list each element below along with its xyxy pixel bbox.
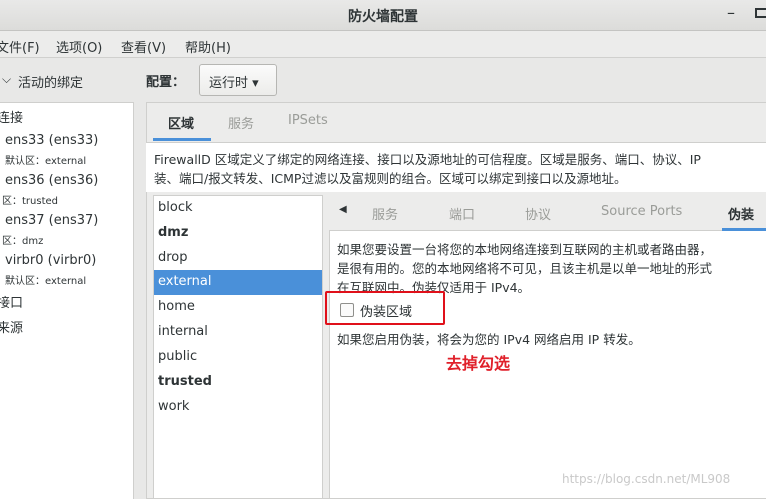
zone-list: block dmz drop external home internal pu… [153, 195, 323, 499]
zone-item-dmz[interactable]: dmz [154, 221, 322, 246]
watermark: https://blog.csdn.net/ML908 [562, 472, 731, 486]
annotation-text: 去掉勾选 [446, 354, 511, 373]
config-label: 配置： [146, 75, 186, 90]
zone-item-home[interactable]: home [154, 295, 322, 320]
active-bindings-header[interactable]: ⌵ 活动的绑定 [0, 58, 141, 102]
connection-ens36-name[interactable]: ens36 (ens36) [5, 173, 98, 188]
chevron-down-icon[interactable]: ⌵ [2, 72, 11, 87]
masquerade-description-2: 是很有用的。您的本地网络将不可见，且该主机是以单一地址的形式 [337, 261, 713, 276]
connection-ens33-zone: 默认区：external [5, 156, 87, 167]
active-bindings-label: 活动的绑定 [18, 76, 84, 91]
tab-zone-source-ports[interactable]: Source Ports [601, 204, 682, 219]
connection-ens37-zone: 区：dmz [2, 236, 44, 247]
annotation-highlight-box [325, 291, 445, 325]
connection-virbr0-zone: 默认区：external [5, 276, 87, 287]
top-tabs: 区域 服务 IPSets [153, 104, 766, 142]
zone-item-internal[interactable]: internal [154, 320, 322, 345]
masquerade-description-1: 如果您要设置一台将您的本地网络连接到互联网的主机或者路由器， [337, 242, 713, 257]
masquerade-note: 如果您启用伪装，将会为您的 IPv4 网络启用 IP 转发。 [337, 332, 641, 347]
menu-options[interactable]: 选项(O) [56, 37, 102, 56]
zone-item-trusted[interactable]: trusted [154, 370, 322, 395]
description-line-1: FirewallD 区域定义了绑定的网络连接、接口以及源地址的可信程度。区域是服… [154, 152, 701, 167]
connections-section-label: 连接 [0, 111, 24, 126]
menu-file[interactable]: 文件(F) [0, 37, 40, 56]
config-mode-value: 运行时 ▾ [209, 76, 259, 91]
menu-help[interactable]: 帮助(H) [185, 37, 231, 56]
interfaces-section-label[interactable]: 接口 [0, 292, 23, 311]
zone-item-public[interactable]: public [154, 345, 322, 370]
connection-virbr0-name[interactable]: virbr0 (virbr0) [5, 253, 96, 268]
connection-ens37-name[interactable]: ens37 (ens37) [5, 213, 98, 228]
tab-zone-ports[interactable]: 端口 [449, 204, 475, 223]
sources-section-label[interactable]: 来源 [0, 317, 23, 336]
maximize-button[interactable] [755, 8, 766, 18]
bindings-sidebar: 连接 ens33 (ens33) 默认区：external ens36 (ens… [0, 102, 134, 499]
zone-description: FirewallD 区域定义了绑定的网络连接、接口以及源地址的可信程度。区域是服… [146, 142, 766, 192]
tab-ipsets[interactable]: IPSets [288, 113, 328, 128]
tab-services[interactable]: 服务 [228, 113, 254, 132]
active-subtab-indicator [722, 228, 766, 231]
tab-zone-services[interactable]: 服务 [372, 204, 398, 223]
tab-zones[interactable]: 区域 [168, 113, 194, 132]
zone-item-drop[interactable]: drop [154, 246, 322, 271]
title-bar: 防火墙配置 – [0, 0, 766, 31]
active-tab-indicator [153, 138, 211, 141]
zone-item-work[interactable]: work [154, 395, 322, 420]
zone-settings-tabs: 服务 端口 协议 Source Ports 伪装 [329, 195, 766, 231]
menu-view[interactable]: 查看(V) [121, 37, 166, 56]
config-mode-dropdown[interactable]: 运行时 ▾ [199, 64, 277, 96]
connection-ens33-name[interactable]: ens33 (ens33) [5, 133, 98, 148]
zone-item-block[interactable]: block [154, 196, 322, 221]
tab-scroll-left-icon[interactable]: ◀ [339, 204, 347, 215]
menu-bar: 文件(F) 选项(O) 查看(V) 帮助(H) [0, 31, 766, 58]
description-line-2: 装、端口/报文转发、ICMP过滤以及富规则的组合。区域可以绑定到接口以及源地址。 [154, 171, 627, 186]
tab-zone-protocols[interactable]: 协议 [525, 204, 551, 223]
zone-item-external[interactable]: external [154, 270, 322, 295]
tab-zone-masquerade[interactable]: 伪装 [728, 204, 754, 223]
minimize-button[interactable]: – [727, 3, 735, 22]
window-title: 防火墙配置 [348, 9, 418, 25]
connection-ens36-zone: 区：trusted [2, 196, 59, 207]
